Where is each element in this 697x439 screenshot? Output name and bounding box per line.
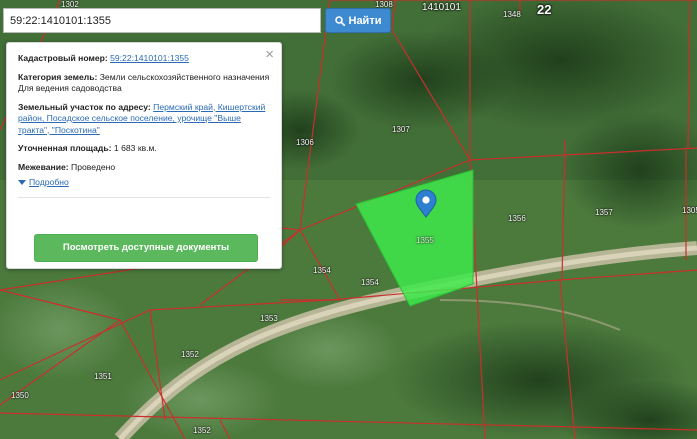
area-label: Уточненная площадь:: [18, 143, 112, 153]
category-label: Категория земель:: [18, 71, 98, 82]
parcel-label: 1352: [181, 350, 199, 359]
parcel-label: 1351: [94, 372, 112, 381]
area-value: 1 683 кв.м.: [113, 143, 157, 153]
details-toggle[interactable]: Подробно: [18, 177, 270, 189]
category-row: Категория земель: Земли сельскохозяйстве…: [18, 72, 270, 95]
parcel-label: 1352: [193, 426, 211, 435]
details-link[interactable]: Подробно: [29, 177, 69, 189]
view-documents-button[interactable]: Посмотреть доступные документы: [34, 234, 258, 262]
search-input[interactable]: [3, 8, 321, 33]
parcel-label: 1354: [361, 278, 379, 287]
parcel-label: 1357: [595, 208, 613, 217]
search-button-label: Найти: [348, 14, 382, 27]
close-icon[interactable]: ×: [265, 47, 274, 62]
survey-value: Проведено: [71, 161, 116, 172]
search-icon: [334, 15, 345, 26]
district-label: 22: [537, 2, 552, 17]
parcel-label: 1348: [503, 10, 521, 19]
search-button[interactable]: Найти: [325, 8, 391, 33]
parcel-label: 1306: [296, 138, 314, 147]
parcel-info-panel: × Кадастровый номер: 59:22:1410101:1355 …: [6, 42, 282, 269]
parcel-label: 1307: [392, 125, 410, 134]
parcel-label: 1356: [508, 214, 526, 223]
cadastral-number-link[interactable]: 59:22:1410101:1355: [110, 53, 189, 63]
survey-label: Межевание:: [18, 161, 69, 172]
address-row: Земельный участок по адресу: Пермский кр…: [18, 102, 270, 137]
parcel-label: 1354: [313, 266, 331, 275]
divider: [18, 196, 270, 198]
parcel-label: 1350: [11, 391, 29, 400]
cadastral-label: Кадастровый номер:: [18, 53, 108, 63]
parcel-label: 1353: [260, 314, 278, 323]
address-label: Земельный участок по адресу:: [18, 101, 151, 112]
category-value: Земли сельскохозяйственного назначения: [99, 71, 270, 82]
quarter-label: 1410101: [422, 2, 461, 13]
area-row: Уточненная площадь: 1 683 кв.м.: [18, 143, 270, 155]
survey-row: Межевание: Проведено: [18, 162, 270, 174]
parcel-label: 1305: [682, 206, 697, 215]
usage-value: Для ведения садоводства: [18, 83, 122, 93]
cadastral-row: Кадастровый номер: 59:22:1410101:1355: [18, 53, 270, 65]
parcel-label-selected: 1355: [416, 236, 434, 245]
caret-down-icon: [18, 180, 26, 186]
